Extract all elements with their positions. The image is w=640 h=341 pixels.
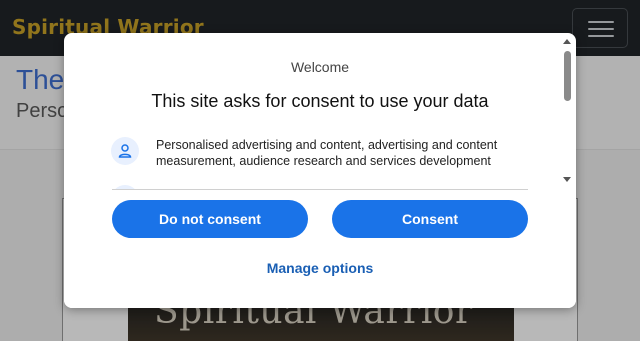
consent-button[interactable]: Consent	[332, 200, 528, 238]
consent-dialog: Welcome This site asks for consent to us…	[64, 33, 576, 308]
do-not-consent-button[interactable]: Do not consent	[112, 200, 308, 238]
manage-options-link[interactable]: Manage options	[64, 260, 576, 276]
dialog-title: This site asks for consent to use your d…	[151, 91, 489, 111]
dialog-welcome: Welcome	[290, 59, 350, 75]
scroll-down-arrow-icon[interactable]	[563, 177, 571, 182]
purpose-description: Personalised advertising and content, ad…	[156, 138, 498, 168]
scrollbar-thumb[interactable]	[564, 51, 571, 101]
consent-actions: Do not consent Consent Manage options	[64, 190, 576, 308]
scroll-up-arrow-icon[interactable]	[563, 39, 571, 44]
person-icon	[111, 137, 139, 165]
